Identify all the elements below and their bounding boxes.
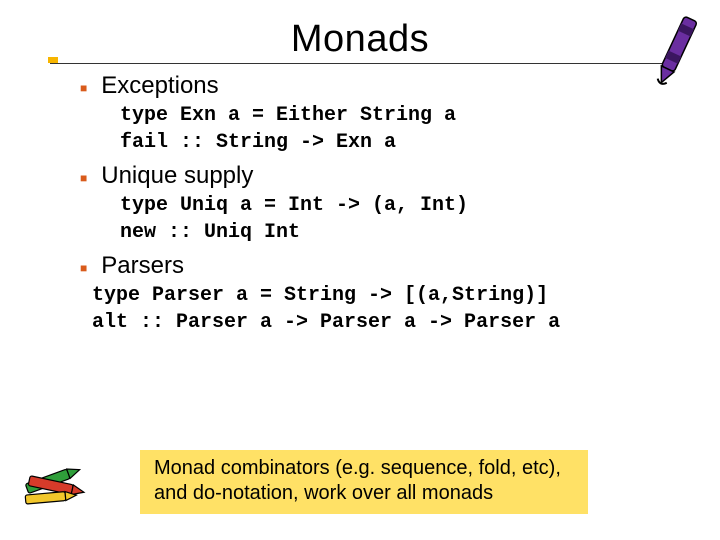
bullet-item: ■ Exceptions: [80, 72, 670, 100]
code-line: fail :: String -> Exn a: [120, 129, 670, 156]
crayon-icon: [642, 6, 712, 92]
bullet-marker-icon: ■: [80, 82, 87, 94]
code-line: new :: Uniq Int: [120, 219, 670, 246]
note-box: Monad combinators (e.g. sequence, fold, …: [140, 450, 588, 514]
code-block: type Exn a = Either String a fail :: Str…: [120, 102, 670, 156]
bullet-heading: Unique supply: [101, 162, 253, 190]
crayons-icon: [20, 452, 100, 508]
bullet-item: ■ Unique supply: [80, 162, 670, 190]
title-accent: [48, 57, 58, 63]
code-block: type Uniq a = Int -> (a, Int) new :: Uni…: [120, 192, 670, 246]
bullet-heading: Parsers: [101, 252, 184, 280]
code-block: type Parser a = String -> [(a,String)] a…: [92, 282, 670, 336]
code-line: type Parser a = String -> [(a,String)]: [92, 282, 670, 309]
code-line: alt :: Parser a -> Parser a -> Parser a: [92, 309, 670, 336]
bullet-marker-icon: ■: [80, 172, 87, 184]
code-line: type Exn a = Either String a: [120, 102, 670, 129]
bullet-marker-icon: ■: [80, 262, 87, 274]
code-line: type Uniq a = Int -> (a, Int): [120, 192, 670, 219]
content-area: ■ Exceptions type Exn a = Either String …: [80, 72, 670, 336]
bullet-heading: Exceptions: [101, 72, 218, 100]
slide: Monads ■ Exceptions type Exn a = Either …: [0, 0, 720, 540]
title-rule: [50, 63, 670, 64]
slide-title: Monads: [50, 18, 670, 61]
bullet-item: ■ Parsers: [80, 252, 670, 280]
